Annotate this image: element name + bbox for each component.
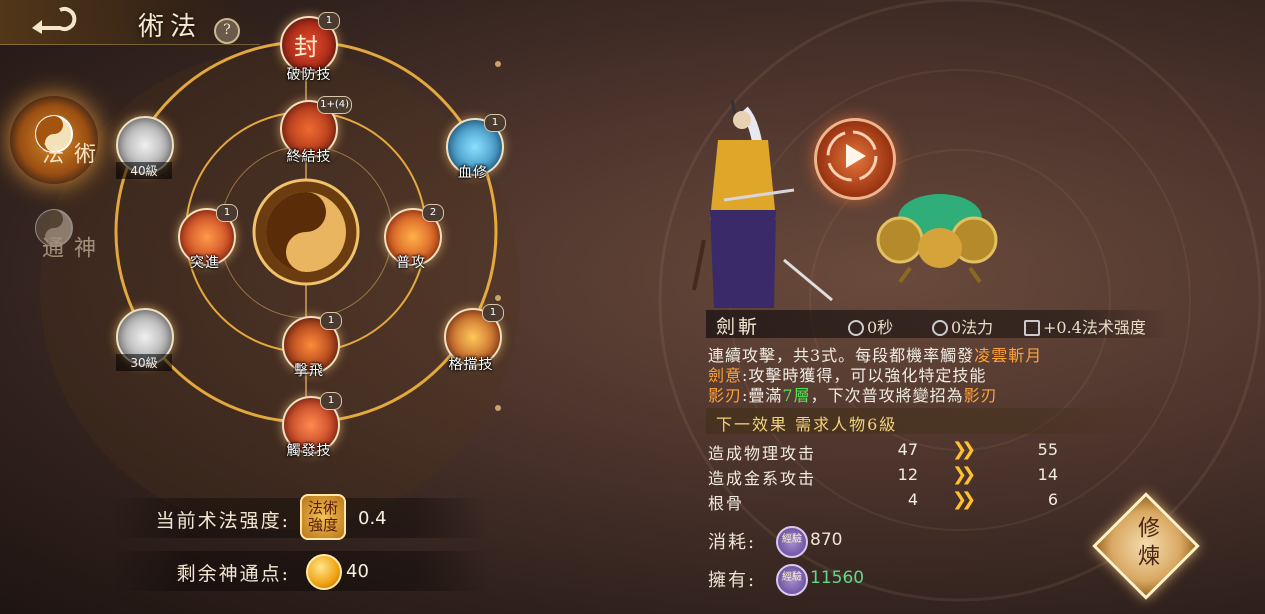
upgrade-next: 55 <box>1037 440 1058 459</box>
upgrade-next: 6 <box>1047 490 1058 509</box>
mana-cost: 0法力 <box>932 314 993 338</box>
skill-level: 1 <box>216 204 238 222</box>
clock-icon <box>848 320 864 336</box>
upgrade-row: 造成金系攻击 12 ❯❯ 14 <box>708 464 1088 489</box>
mana-swirl-icon <box>932 320 948 336</box>
skill-level: 1 <box>318 12 340 30</box>
divine-points-value: 40 <box>346 561 369 582</box>
upgrade-name: 造成金系攻击 <box>708 469 817 488</box>
play-preview-button[interactable] <box>814 118 896 200</box>
desc-text: ，下次普攻將變招為 <box>810 386 964 405</box>
skill-label: 破防技 <box>286 67 332 83</box>
coin-icon <box>306 554 342 590</box>
upgrade-row: 根骨 4 ❯❯ 6 <box>708 489 1088 514</box>
cost-row: 消耗: 經驗 870 <box>708 526 908 558</box>
divine-points-label: 剩余神通点: <box>176 563 290 585</box>
skill-level: 1 <box>482 304 504 322</box>
owned-label: 擁有: <box>708 570 757 591</box>
locked-level-label: 30級 <box>116 354 172 371</box>
upgrade-current: 12 <box>897 465 918 484</box>
cooldown: 0秒 <box>848 314 893 338</box>
skill-label: 突進 <box>190 255 220 271</box>
spell-strength-badge: 法術強度 <box>300 494 346 540</box>
play-icon <box>826 130 878 182</box>
skill-label: 終結技 <box>286 149 332 165</box>
bonus-icon <box>1024 320 1040 336</box>
exp-icon: 經驗 <box>776 564 808 596</box>
skill-label: 觸發技 <box>286 443 332 459</box>
upgrade-next: 14 <box>1037 465 1058 484</box>
cultivate-label: 修煉 <box>1134 516 1159 572</box>
spell-strength-value: 0.4 <box>358 508 387 529</box>
owned-value: 11560 <box>810 568 865 588</box>
center-yin-yang-icon <box>252 178 360 286</box>
divine-points-row: 剩余神通点: 40 <box>110 551 490 591</box>
skill-level: 1 <box>484 114 506 132</box>
skill-level: 1+(4) <box>317 96 352 114</box>
skill-detail-header: 劍斬 0秒 0法力 +0.4法术强度 <box>706 310 1170 338</box>
desc-line-3: 影刃:疊滿7層，下次普攻將變招為影刃 <box>708 382 1168 406</box>
mana-value: 0法力 <box>951 318 994 337</box>
bonus-value: +0.4法术强度 <box>1043 318 1146 337</box>
desc-text: :疊滿 <box>742 386 783 405</box>
upgrade-current: 4 <box>907 490 918 509</box>
skill-name: 劍斬 <box>716 316 761 338</box>
upgrade-name: 造成物理攻击 <box>708 444 817 463</box>
exp-icon: 經驗 <box>776 526 808 558</box>
upgrade-name: 根骨 <box>708 494 745 513</box>
upgrade-current: 47 <box>897 440 918 459</box>
double-chevron-icon: ❯❯ <box>952 439 976 460</box>
skill-level: 2 <box>422 204 444 222</box>
owned-row: 擁有: 經驗 11560 <box>708 564 908 596</box>
double-chevron-icon: ❯❯ <box>952 489 976 510</box>
locked-level-label: 40級 <box>116 162 172 179</box>
skill-level: 1 <box>320 312 342 330</box>
next-effect-text: 下一效果 需求人物6級 <box>716 415 898 434</box>
upgrade-row: 造成物理攻击 47 ❯❯ 55 <box>708 439 1088 464</box>
desc-highlight-green: 7層 <box>782 386 811 405</box>
seal-icon: 封 <box>294 33 318 61</box>
cultivate-button[interactable]: 修煉 <box>1092 492 1200 600</box>
skill-label: 血修 <box>458 165 488 181</box>
skill-label: 普攻 <box>396 255 426 271</box>
double-chevron-icon: ❯❯ <box>952 464 976 485</box>
spell-strength-label: 当前术法强度: <box>155 510 290 532</box>
desc-highlight: 影刃 <box>963 386 998 405</box>
next-effect-bar: 下一效果 需求人物6級 <box>706 408 1166 434</box>
spell-bonus: +0.4法术强度 <box>1024 314 1146 338</box>
skill-level: 1 <box>320 392 342 410</box>
cost-value: 870 <box>810 530 843 550</box>
cooldown-value: 0秒 <box>867 318 894 337</box>
skill-label: 擊飛 <box>294 363 324 379</box>
cost-label: 消耗: <box>708 532 757 553</box>
desc-highlight: 影刃 <box>708 386 743 405</box>
enemy-beetle <box>876 194 998 284</box>
spell-strength-row: 当前术法强度: 法術強度 0.4 <box>110 494 490 540</box>
skill-label: 格擋技 <box>448 357 494 373</box>
